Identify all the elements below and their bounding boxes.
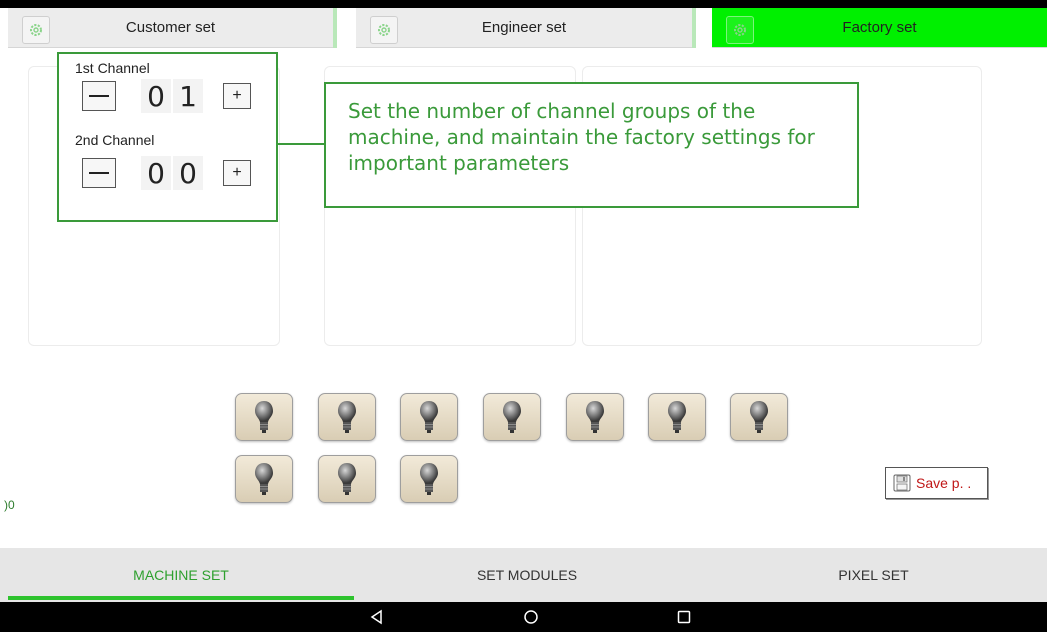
active-tab-indicator: [8, 596, 354, 600]
channel-bulb-button[interactable]: [400, 393, 458, 441]
second-channel-increment-button[interactable]: +: [223, 160, 251, 186]
second-channel-digit-ones: 0: [173, 156, 203, 190]
status-bar: [0, 0, 1047, 8]
channel-bulb-button[interactable]: [318, 455, 376, 503]
second-channel-digit-tens: 0: [141, 156, 171, 190]
tab-label: Factory set: [842, 19, 917, 36]
channel-settings-box: 1st Channel 0 1 + 2nd Channel 0 0 +: [57, 52, 278, 222]
tab-label: Customer set: [125, 19, 216, 36]
system-navigation-bar: [0, 602, 1047, 632]
callout-text: Set the number of channel groups of the …: [348, 99, 815, 175]
callout-connector: [278, 143, 324, 145]
truncated-value-text: )0: [4, 498, 15, 512]
minus-icon: [89, 95, 109, 97]
second-channel-decrement-button[interactable]: [82, 158, 116, 188]
bottom-tab-bar: MACHINE SET SET MODULES PIXEL SET: [0, 548, 1047, 602]
channel-bulb-button[interactable]: [400, 455, 458, 503]
light-bulb-icon: [586, 401, 604, 433]
channel-bulb-button[interactable]: [235, 393, 293, 441]
tab-customer-set[interactable]: Customer set: [8, 8, 333, 48]
help-callout: Set the number of channel groups of the …: [324, 82, 859, 208]
save-button[interactable]: Save p. .: [885, 467, 988, 499]
save-button-label: Save p. .: [916, 475, 972, 491]
first-channel-decrement-button[interactable]: [82, 81, 116, 111]
first-channel-digit-ones: 1: [173, 79, 203, 113]
back-triangle-icon[interactable]: [369, 609, 385, 625]
channel-bulb-button[interactable]: [235, 455, 293, 503]
recents-square-icon[interactable]: [676, 609, 692, 625]
tab-set-modules[interactable]: SET MODULES: [354, 548, 700, 602]
tab-engineer-set[interactable]: Engineer set: [356, 8, 692, 48]
first-channel-label: 1st Channel: [75, 60, 150, 76]
light-bulb-icon: [338, 401, 356, 433]
light-bulb-icon: [750, 401, 768, 433]
light-bulb-icon: [420, 463, 438, 495]
light-bulb-icon: [668, 401, 686, 433]
light-bulb-icon: [420, 401, 438, 433]
light-bulb-icon: [338, 463, 356, 495]
channel-bulb-button[interactable]: [730, 393, 788, 441]
first-channel-increment-button[interactable]: +: [223, 83, 251, 109]
channel-bulb-button[interactable]: [648, 393, 706, 441]
first-channel-digit-tens: 0: [141, 79, 171, 113]
floppy-disk-icon: [893, 474, 911, 492]
light-bulb-icon: [255, 463, 273, 495]
tab-divider: [692, 8, 696, 48]
channel-bulb-button[interactable]: [318, 393, 376, 441]
minus-icon: [89, 172, 109, 174]
light-bulb-icon: [503, 401, 521, 433]
home-circle-icon[interactable]: [523, 609, 539, 625]
channel-bulb-button[interactable]: [566, 393, 624, 441]
channel-bulb-button[interactable]: [483, 393, 541, 441]
tab-pixel-set[interactable]: PIXEL SET: [700, 548, 1047, 602]
light-bulb-icon: [255, 401, 273, 433]
second-channel-label: 2nd Channel: [75, 132, 155, 148]
tab-label: Engineer set: [481, 19, 567, 36]
tab-divider: [333, 8, 337, 48]
tab-machine-set[interactable]: MACHINE SET: [8, 548, 354, 602]
tab-factory-set[interactable]: Factory set: [712, 8, 1047, 48]
